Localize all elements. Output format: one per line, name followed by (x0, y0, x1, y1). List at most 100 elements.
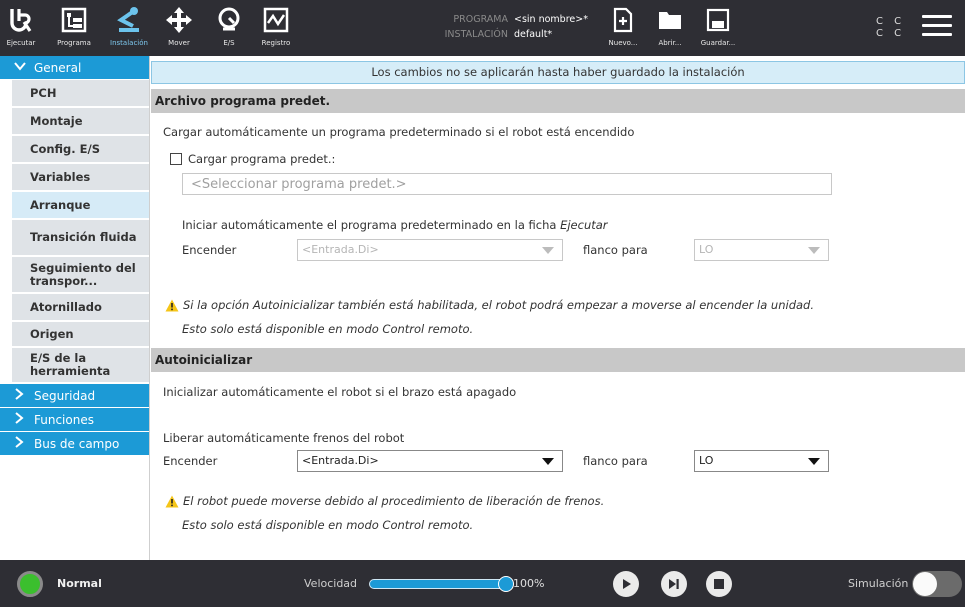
sidebar-item-seguimiento[interactable]: Seguimiento del transpor... (12, 257, 149, 294)
autostart-description: Iniciar automáticamente el programa pred… (182, 218, 608, 232)
brake-edge-value: LO (699, 454, 714, 467)
save-disk-icon (701, 3, 735, 37)
brake-input-select[interactable]: <Entrada.Di> (297, 450, 563, 472)
step-icon (669, 579, 679, 589)
save-button[interactable]: Guardar... (701, 0, 735, 56)
speed-slider[interactable] (369, 576, 514, 592)
chevron-down-icon (14, 60, 28, 75)
folder-icon (653, 3, 687, 37)
sidebar-item-atornillado[interactable]: Atornillado (12, 294, 149, 322)
open-button[interactable]: Abrir... (656, 0, 684, 56)
sidebar-item-origen[interactable]: Origen (12, 322, 149, 348)
load-program-checkbox[interactable] (170, 153, 182, 165)
autoinit-warning-line2: Esto solo está disponible en modo Contro… (182, 322, 474, 336)
warning-icon (165, 299, 179, 312)
dropdown-arrow-icon (542, 458, 554, 465)
section-default-program: Archivo programa predet. (151, 89, 965, 113)
sidebar-item-config-es[interactable]: Config. E/S (12, 136, 149, 164)
sidebar-item-label: Atornillado (30, 299, 102, 314)
sidebar-section-funciones[interactable]: Funciones (0, 408, 149, 432)
sidebar-item-label: PCH (30, 85, 57, 100)
sidebar-item-transicion[interactable]: Transición fluida (12, 220, 149, 257)
stop-button[interactable] (706, 571, 732, 597)
save-button-label: Guardar... (700, 39, 736, 47)
brake-power-label: Encender (163, 454, 218, 468)
program-info: PROGRAMA <sin nombre>* INSTALACIÓN default… (425, 12, 588, 42)
log-tab[interactable]: Registro (256, 0, 296, 56)
sidebar-item-pch[interactable]: PCH (12, 80, 149, 108)
speed-slider-handle[interactable] (498, 576, 514, 592)
chevron-right-icon (14, 411, 28, 428)
section-autoinit: Autoinicializar (151, 348, 965, 372)
sidebar-section-label: Seguridad (34, 388, 96, 403)
play-icon (623, 579, 631, 589)
robot-arm-icon (112, 3, 146, 37)
move-tab[interactable]: Mover (162, 0, 196, 56)
unsaved-changes-banner: Los cambios no se aplicarán hasta haber … (151, 61, 965, 84)
sidebar-item-es-herramienta[interactable]: E/S de la herramienta (12, 348, 149, 384)
sidebar-section-label: Funciones (34, 412, 94, 427)
play-button[interactable] (613, 571, 639, 597)
sidebar: General PCH Montaje Config. E/S Variable… (0, 56, 150, 560)
chevron-right-icon (14, 435, 28, 452)
sidebar-section-label: Bus de campo (34, 436, 120, 451)
simulation-toggle-knob (913, 572, 937, 596)
cc-indicator: C C C C (876, 16, 905, 40)
sidebar-item-montaje[interactable]: Montaje (12, 108, 149, 136)
brake-edge-label: flanco para (583, 454, 648, 468)
sidebar-item-label: E/S de la herramienta (30, 351, 111, 378)
sidebar-item-label: Variables (30, 169, 91, 184)
move-tab-label: Mover (168, 39, 190, 47)
ur-logo-icon (4, 3, 38, 37)
select-program-field[interactable]: <Seleccionar programa predet.> (182, 173, 832, 195)
brake-edge-select[interactable]: LO (694, 450, 829, 472)
sidebar-item-arranque[interactable]: Arranque (12, 192, 149, 220)
program-tab-label: Programa (57, 39, 91, 47)
installation-tab[interactable]: Instalación (106, 0, 152, 56)
menu-hamburger-icon[interactable] (922, 15, 952, 39)
sidebar-section-label: General (34, 60, 82, 75)
robot-status-indicator[interactable] (17, 571, 43, 597)
sidebar-item-label: Config. E/S (30, 141, 100, 156)
sidebar-section-seguridad[interactable]: Seguridad (0, 384, 149, 408)
run-tab-label: Ejecutar (6, 39, 36, 47)
new-button[interactable]: Nuevo... (608, 0, 638, 56)
auto-brake-release-label: Liberar automáticamente frenos del robot (163, 431, 405, 445)
sidebar-item-label: Arranque (30, 197, 91, 212)
program-tree-icon (57, 3, 91, 37)
top-bar: Ejecutar Programa Instalación Mover E/S … (0, 0, 965, 56)
simulation-toggle[interactable] (912, 571, 962, 597)
robot-status-text: Normal (57, 577, 102, 590)
program-name: <sin nombre>* (514, 14, 588, 25)
step-button[interactable] (661, 571, 687, 597)
autoinit-warning-line1: Si la opción Autoinicializar también est… (183, 298, 814, 312)
dropdown-arrow-icon (808, 458, 820, 465)
sidebar-item-label: Origen (30, 326, 74, 341)
default-program-description: Cargar automáticamente un programa prede… (163, 125, 635, 139)
autostart-input-value: <Entrada.Di> (302, 243, 379, 256)
cc-line-1: C C (876, 16, 906, 27)
chevron-right-icon (14, 387, 28, 404)
sidebar-item-variables[interactable]: Variables (12, 164, 149, 192)
sidebar-section-bus-campo[interactable]: Bus de campo (0, 432, 149, 456)
program-tab[interactable]: Programa (46, 0, 102, 56)
speed-label: Velocidad (304, 577, 358, 590)
run-tab[interactable]: Ejecutar (2, 0, 40, 56)
sidebar-item-label: Montaje (30, 113, 83, 128)
io-tab[interactable]: E/S (212, 0, 246, 56)
dropdown-arrow-icon (542, 247, 554, 254)
new-file-icon (606, 3, 640, 37)
autostart-edge-select: LO (694, 239, 829, 261)
sidebar-item-label: Seguimiento del transpor... (30, 260, 136, 288)
autostart-edge-label: flanco para (583, 243, 648, 257)
open-button-label: Abrir... (658, 39, 682, 47)
autoinit-description: Inicializar automáticamente el robot si … (163, 385, 517, 399)
brake-warning-line2: Esto solo está disponible en modo Contro… (182, 518, 474, 532)
program-key: PROGRAMA (453, 14, 508, 25)
autostart-input-select: <Entrada.Di> (297, 239, 563, 261)
stop-icon (714, 579, 724, 589)
warning-icon (165, 495, 179, 508)
sidebar-section-general[interactable]: General (0, 56, 149, 80)
sidebar-item-label: Transición fluida (30, 230, 137, 244)
autostart-tab-name: Ejecutar (560, 218, 608, 232)
